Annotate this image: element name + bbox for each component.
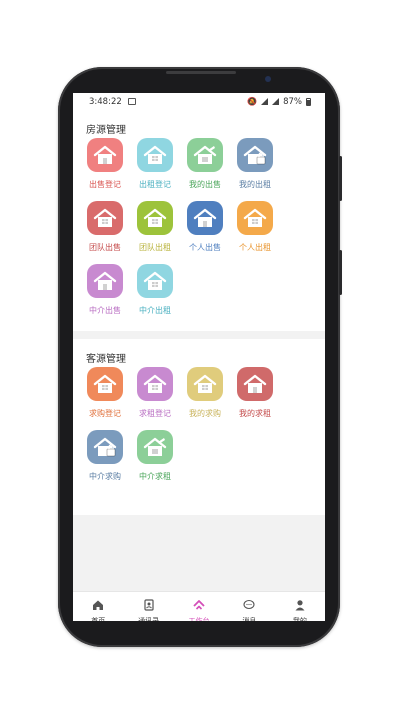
section-title: 客源管理 (86, 354, 126, 365)
house-lock-icon (87, 430, 123, 464)
grid-item-label: 中介求购 (89, 472, 121, 481)
grid-item[interactable]: 求租登记 (130, 365, 180, 428)
image-notification-icon (127, 98, 136, 105)
house-lock-icon (237, 138, 273, 172)
house-icon (87, 264, 123, 298)
tab-message[interactable]: 消息 (224, 592, 274, 621)
house-window-icon (137, 367, 173, 401)
status-bar: 3:48:22 🔕 87% (73, 93, 325, 110)
house-edit-icon (137, 430, 173, 464)
grid-item[interactable]: 求购登记 (80, 365, 130, 428)
grid-item[interactable]: 出售登记 (80, 136, 130, 199)
grid-item[interactable]: 中介求租 (130, 428, 180, 491)
section-grid: 求购登记 求租登记 我的求购 我的求租中介求购 中介求租 (73, 365, 325, 497)
grid-item-label: 出租登记 (139, 180, 171, 189)
grid-item-label: 求购登记 (89, 409, 121, 418)
grid-item[interactable]: 我的出售 (180, 136, 230, 199)
section-grid: 出售登记 出租登记 我的出售 我的出租团队出售 团队出租 个人出售 个人出租中介出售 中介出租 (73, 136, 325, 331)
house-icon (87, 138, 123, 172)
mute-icon: 🔕 (247, 97, 258, 106)
grid-item-label: 我的出售 (189, 180, 221, 189)
phone-speaker (166, 71, 236, 74)
person-icon (294, 596, 306, 615)
status-time: 3:48:22 (89, 96, 122, 107)
card-spacer (73, 497, 325, 515)
section-card: 客源管理求购登记 求租登记 我的求购 我的求租中介求购 中介求租 (73, 339, 325, 515)
workbench-icon (193, 596, 205, 615)
grid-item[interactable]: 个人出售 (180, 199, 230, 262)
house-icon (187, 201, 223, 235)
signal-icon (261, 98, 269, 105)
grid-item-label: 团队出售 (89, 243, 121, 252)
grid-item-label: 团队出租 (139, 243, 171, 252)
house-window-icon (237, 201, 273, 235)
grid-item-label: 我的求租 (239, 409, 271, 418)
tab-person[interactable]: 我的 (275, 592, 325, 621)
tab-workbench[interactable]: 工作台 (174, 592, 224, 621)
app-screen: 3:48:22 🔕 87% 房源管理出售登记 出租登记 我的出售 我的出租团队出售 团队… (73, 93, 325, 621)
grid-item[interactable]: 个人出租 (230, 199, 280, 262)
phone-side-button (339, 250, 342, 295)
tab-label: 我的 (292, 617, 307, 621)
tab-label: 消息 (242, 617, 257, 621)
grid-item[interactable]: 中介出售 (80, 262, 130, 325)
house-window-icon (137, 201, 173, 235)
house-window-icon (87, 367, 123, 401)
phone-camera (265, 76, 271, 82)
grid-item[interactable]: 出租登记 (130, 136, 180, 199)
tab-label: 工作台 (188, 617, 210, 621)
home-icon (92, 596, 104, 615)
battery-icon (306, 97, 311, 106)
sections-container: 房源管理出售登记 出租登记 我的出售 我的出租团队出售 团队出租 个人出售 个人出租中介出售… (73, 110, 325, 515)
grid-item[interactable]: 团队出租 (130, 199, 180, 262)
tab-home[interactable]: 首页 (73, 592, 123, 621)
battery-percent: 87% (283, 96, 302, 107)
house-window-icon (87, 201, 123, 235)
tab-contacts[interactable]: 通讯录 (123, 592, 173, 621)
message-icon (243, 596, 255, 615)
grid-item[interactable]: 中介出租 (130, 262, 180, 325)
bottom-tab-bar: 首页 通讯录 工作台 消息 我的 (73, 591, 325, 621)
signal-icon (272, 98, 280, 105)
grid-item-label: 个人出租 (239, 243, 271, 252)
grid-item-label: 求租登记 (139, 409, 171, 418)
tab-label: 通讯录 (138, 617, 160, 621)
grid-item-label: 我的出租 (239, 180, 271, 189)
grid-item-label: 中介求租 (139, 472, 171, 481)
contacts-icon (143, 596, 155, 615)
tab-label: 首页 (91, 617, 106, 621)
house-window-icon (137, 264, 173, 298)
grid-item[interactable]: 我的求租 (230, 365, 280, 428)
grid-item-label: 中介出租 (139, 306, 171, 315)
house-window-icon (187, 367, 223, 401)
house-edit-icon (187, 138, 223, 172)
grid-item[interactable]: 我的出租 (230, 136, 280, 199)
grid-item-label: 我的求购 (189, 409, 221, 418)
section-title: 房源管理 (86, 125, 126, 136)
section-card: 房源管理出售登记 出租登记 我的出售 我的出租团队出售 团队出租 个人出售 个人出租中介出售… (73, 110, 325, 331)
status-right: 🔕 87% (247, 97, 311, 107)
grid-item[interactable]: 团队出售 (80, 199, 130, 262)
grid-item-label: 个人出售 (189, 243, 221, 252)
grid-item-label: 出售登记 (89, 180, 121, 189)
grid-item[interactable]: 中介求购 (80, 428, 130, 491)
grid-item[interactable]: 我的求购 (180, 365, 230, 428)
house-icon (237, 367, 273, 401)
phone-side-button (339, 156, 342, 201)
house-window-icon (137, 138, 173, 172)
grid-item-label: 中介出售 (89, 306, 121, 315)
